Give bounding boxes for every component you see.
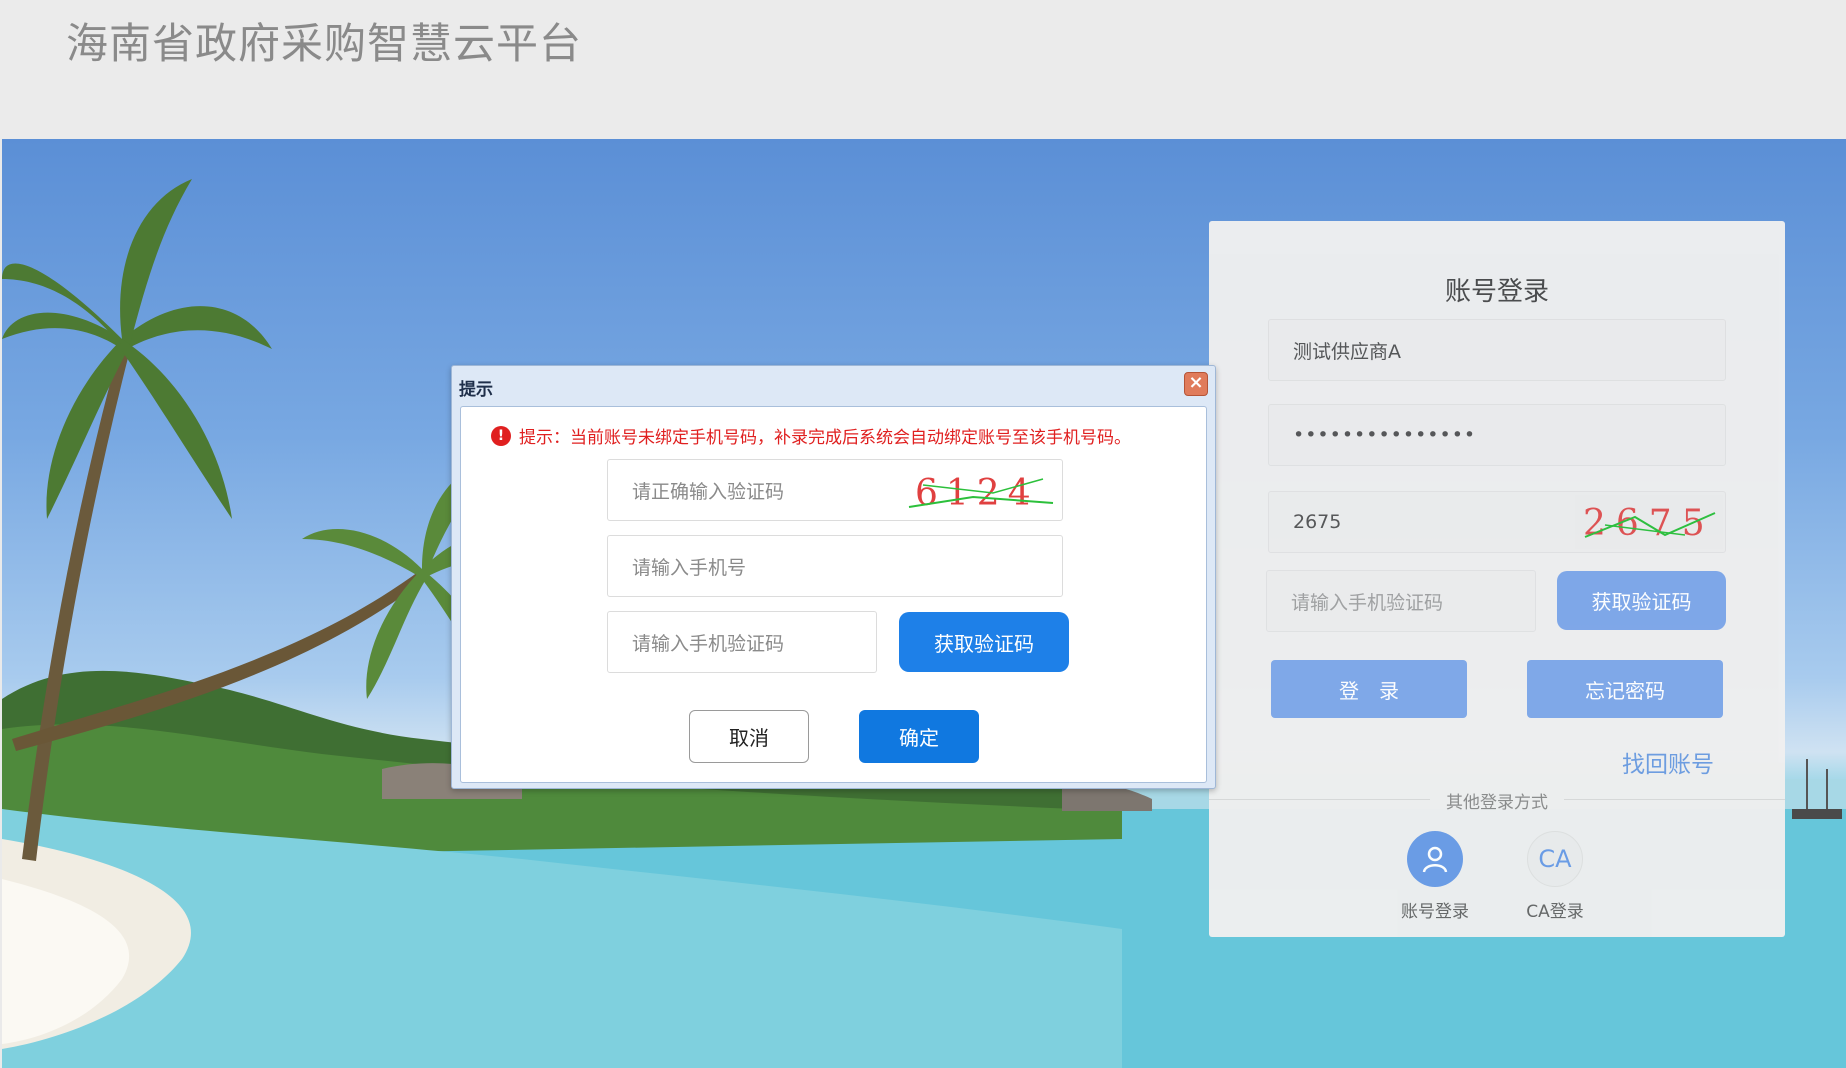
login-captcha-image[interactable]: 2675 <box>1575 495 1723 549</box>
method-label: CA登录 <box>1526 902 1584 922</box>
dialog-body: ! 提示：当前账号未绑定手机号码，补录完成后系统会自动绑定账号至该手机号码。 请… <box>460 406 1207 783</box>
user-icon <box>1407 831 1463 887</box>
close-icon[interactable]: × <box>1184 372 1208 396</box>
login-panel: 账号登录 测试供应商A ••••••••••••••• 2675 2675 请输… <box>1209 221 1785 937</box>
get-sms-code-button[interactable]: 获取验证码 <box>1557 571 1726 630</box>
sms-code-input[interactable]: 请输入手机验证码 <box>1266 570 1536 632</box>
cancel-button[interactable]: 取消 <box>689 710 809 763</box>
warning-icon: ! <box>491 425 511 446</box>
method-account-login[interactable]: 账号登录 <box>1390 831 1480 922</box>
phone-input[interactable]: 请输入手机号 <box>607 535 1063 597</box>
notice-message: ! 提示：当前账号未绑定手机号码，补录完成后系统会自动绑定账号至该手机号码。 <box>491 423 1131 448</box>
page-header: 海南省政府采购智慧云平台 <box>0 0 1846 139</box>
captcha-graphic: 2675 <box>1575 495 1723 549</box>
ca-icon: CA <box>1527 831 1583 887</box>
password-input[interactable]: ••••••••••••••• <box>1268 404 1726 466</box>
svg-text:6124: 6124 <box>915 473 1039 514</box>
forgot-password-button[interactable]: 忘记密码 <box>1527 660 1723 718</box>
dialog-captcha-image[interactable]: 6124 <box>903 463 1059 517</box>
site-title: 海南省政府采购智慧云平台 <box>66 19 583 68</box>
captcha-graphic: 6124 <box>903 463 1059 517</box>
method-ca-login[interactable]: CA CA登录 <box>1510 831 1600 922</box>
username-input[interactable]: 测试供应商A <box>1268 319 1726 381</box>
dialog-get-code-button[interactable]: 获取验证码 <box>899 612 1069 672</box>
dialog-sms-code-input[interactable]: 请输入手机验证码 <box>607 611 877 673</box>
bind-phone-dialog: 提示 × ! 提示：当前账号未绑定手机号码，补录完成后系统会自动绑定账号至该手机… <box>451 365 1216 789</box>
other-methods-label: 其他登录方式 <box>1209 788 1785 813</box>
login-title: 账号登录 <box>1444 277 1549 307</box>
login-button[interactable]: 登 录 <box>1271 660 1467 718</box>
dialog-title: 提示 <box>459 380 493 400</box>
method-label: 账号登录 <box>1401 902 1469 922</box>
notice-text: 提示：当前账号未绑定手机号码，补录完成后系统会自动绑定账号至该手机号码。 <box>519 428 1131 448</box>
svg-text:2675: 2675 <box>1583 503 1715 544</box>
confirm-button[interactable]: 确定 <box>859 710 979 763</box>
find-account-link[interactable]: 找回账号 <box>1622 745 1714 779</box>
